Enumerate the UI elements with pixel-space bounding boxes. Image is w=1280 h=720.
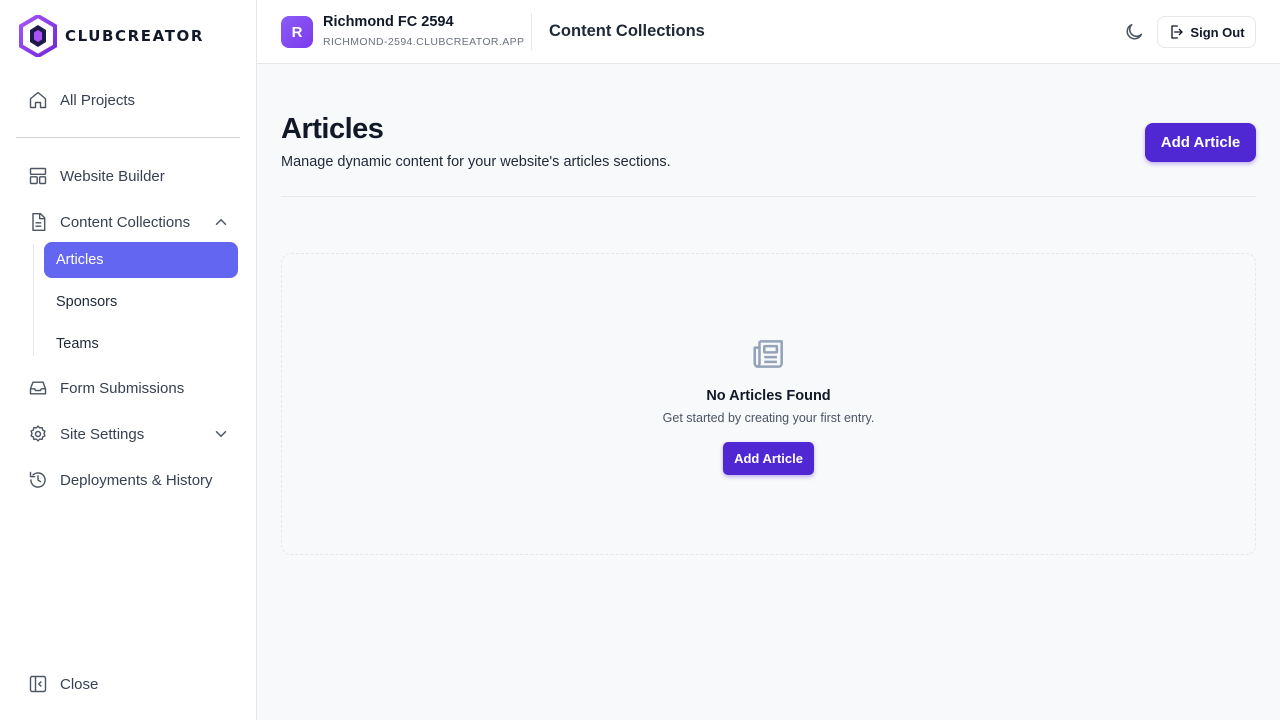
add-article-button[interactable]: Add Article: [1145, 123, 1256, 162]
empty-state-panel: No Articles Found Get started by creatin…: [281, 253, 1256, 555]
subnav-articles[interactable]: Articles: [44, 242, 238, 278]
nav-all-projects-label: All Projects: [60, 91, 136, 109]
chevron-up-icon[interactable]: [212, 213, 230, 231]
submenu-guide-line: [33, 244, 34, 356]
brand-logo[interactable]: CLUBCREATOR: [19, 15, 204, 57]
sidebar-divider: [16, 137, 240, 138]
subnav-sponsors[interactable]: Sponsors: [44, 284, 238, 320]
header-divider: [531, 13, 532, 50]
nav-form-submissions[interactable]: Form Submissions: [16, 370, 240, 406]
empty-state-title: No Articles Found: [706, 388, 831, 404]
sidebar-close-button[interactable]: Close: [16, 666, 240, 702]
project-name[interactable]: Richmond FC 2594: [323, 14, 454, 30]
sign-out-icon: [1171, 25, 1184, 39]
nav-site-settings[interactable]: Site Settings: [16, 416, 240, 452]
nav-website-builder-label: Website Builder: [60, 167, 165, 185]
content-divider: [281, 196, 1256, 197]
home-icon: [28, 90, 48, 110]
nav-content-collections-label: Content Collections: [60, 213, 191, 231]
empty-state-add-article-button[interactable]: Add Article: [723, 442, 814, 475]
nav-deployments-history[interactable]: Deployments & History: [16, 462, 240, 498]
nav-content-collections[interactable]: Content Collections: [16, 204, 240, 240]
chevron-down-icon[interactable]: [212, 425, 230, 443]
layout-icon: [28, 166, 48, 186]
header-section-title: Content Collections: [549, 22, 705, 40]
document-icon: [28, 212, 48, 232]
sign-out-button[interactable]: Sign Out: [1157, 16, 1256, 48]
nav-form-submissions-label: Form Submissions: [60, 379, 185, 397]
nav-website-builder[interactable]: Website Builder: [16, 158, 240, 194]
gear-icon: [28, 424, 48, 444]
nav-site-settings-label: Site Settings: [60, 425, 145, 443]
project-avatar[interactable]: R: [281, 16, 313, 48]
brand-name: CLUBCREATOR: [65, 27, 205, 45]
page-title: Articles: [281, 113, 384, 145]
project-domain: RICHMOND-2594.CLUBCREATOR.APP: [323, 36, 525, 48]
newspaper-icon: [753, 340, 783, 368]
top-header: R Richmond FC 2594 RICHMOND-2594.CLUBCRE…: [257, 0, 1280, 64]
subnav-teams[interactable]: Teams: [44, 326, 238, 362]
inbox-icon: [28, 378, 48, 398]
nav-all-projects[interactable]: All Projects: [16, 82, 240, 118]
sign-out-label: Sign Out: [1190, 24, 1245, 40]
moon-icon[interactable]: [1123, 21, 1145, 43]
clubcreator-logo-icon: [19, 15, 57, 57]
nav-deployments-history-label: Deployments & History: [60, 471, 213, 489]
empty-state-subtitle: Get started by creating your first entry…: [662, 411, 875, 425]
page-description: Manage dynamic content for your website'…: [281, 154, 671, 170]
sidebar: CLUBCREATOR All Projects Website Builder…: [0, 0, 257, 720]
sidebar-close-label: Close: [60, 675, 99, 693]
sidebar-collapse-icon: [28, 674, 48, 694]
history-icon: [28, 470, 48, 490]
